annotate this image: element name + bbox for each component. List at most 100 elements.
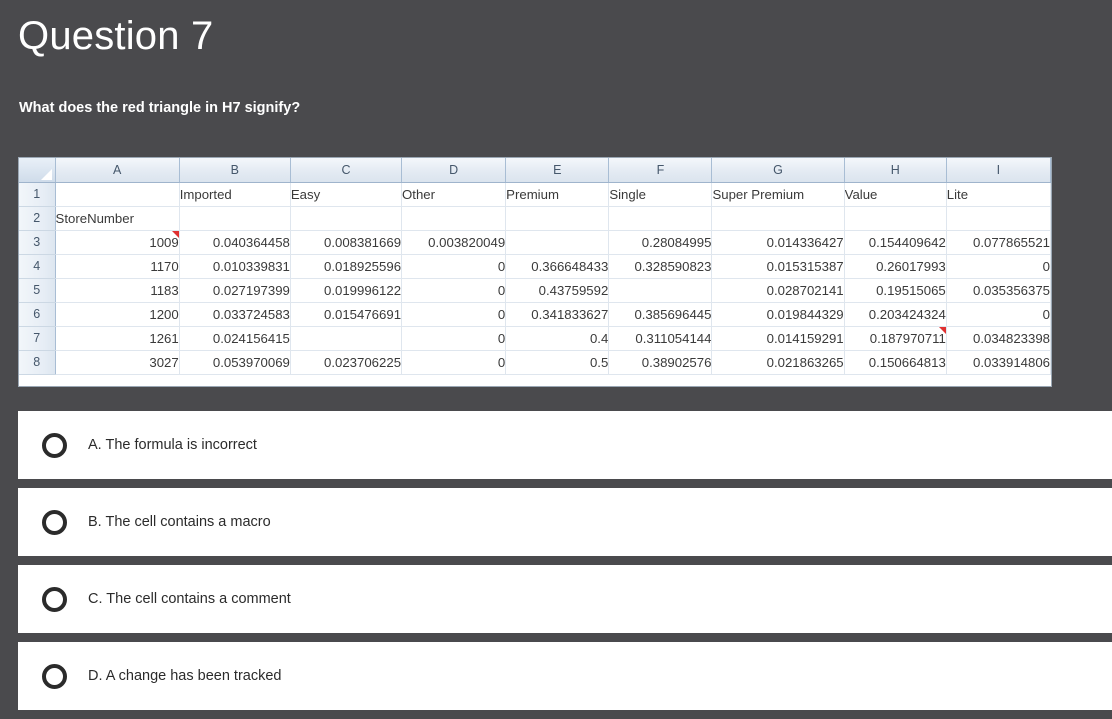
cell-c6[interactable]: 0.015476691 bbox=[290, 302, 403, 327]
row-header-1[interactable]: 1 bbox=[19, 182, 56, 207]
cell-h4[interactable]: 0.26017993 bbox=[844, 254, 947, 279]
cell-g3[interactable]: 0.014336427 bbox=[711, 230, 845, 255]
cell-g4[interactable]: 0.015315387 bbox=[711, 254, 845, 279]
cell-i2[interactable] bbox=[946, 206, 1051, 231]
cell-a6[interactable]: 1200 bbox=[55, 302, 180, 327]
cell-c5[interactable]: 0.019996122 bbox=[290, 278, 403, 303]
row-header-7[interactable]: 7 bbox=[19, 326, 56, 351]
cell-g1[interactable]: Super Premium bbox=[711, 182, 845, 207]
cell-a1[interactable] bbox=[55, 182, 180, 207]
radio-button-d[interactable] bbox=[42, 663, 67, 689]
row-header-6[interactable]: 6 bbox=[19, 302, 56, 327]
cell-f1[interactable]: Single bbox=[608, 182, 713, 207]
row-header-3[interactable]: 3 bbox=[19, 230, 56, 255]
row-header-2[interactable]: 2 bbox=[19, 206, 56, 231]
cell-g2[interactable] bbox=[711, 206, 845, 231]
cell-b8[interactable]: 0.053970069 bbox=[179, 350, 291, 375]
cell-c1[interactable]: Easy bbox=[290, 182, 403, 207]
cell-a4[interactable]: 1170 bbox=[55, 254, 180, 279]
cell-c4[interactable]: 0.018925596 bbox=[290, 254, 403, 279]
cell-f8[interactable]: 0.38902576 bbox=[608, 350, 713, 375]
cell-h1[interactable]: Value bbox=[844, 182, 947, 207]
answer-option-c[interactable]: C. The cell contains a comment bbox=[18, 565, 1112, 633]
cell-b7[interactable]: 0.024156415 bbox=[179, 326, 291, 351]
cell-e3[interactable] bbox=[505, 230, 610, 255]
cell-e6[interactable]: 0.341833627 bbox=[505, 302, 610, 327]
cell-e5[interactable]: 0.43759592 bbox=[505, 278, 610, 303]
cell-e7[interactable]: 0.4 bbox=[505, 326, 610, 351]
select-all-corner[interactable] bbox=[19, 158, 56, 183]
radio-button-a[interactable] bbox=[42, 432, 67, 458]
row-header-5[interactable]: 5 bbox=[19, 278, 56, 303]
column-header-e[interactable]: E bbox=[505, 158, 610, 183]
column-header-d[interactable]: D bbox=[401, 158, 507, 183]
cell-d7[interactable]: 0 bbox=[401, 326, 507, 351]
cell-f4[interactable]: 0.328590823 bbox=[608, 254, 713, 279]
cell-g5[interactable]: 0.028702141 bbox=[711, 278, 845, 303]
cell-i6[interactable]: 0 bbox=[946, 302, 1051, 327]
cell-a3[interactable]: 1009 bbox=[55, 230, 180, 255]
cell-h8[interactable]: 0.150664813 bbox=[844, 350, 947, 375]
cell-f3[interactable]: 0.28084995 bbox=[608, 230, 713, 255]
cell-h6[interactable]: 0.203424324 bbox=[844, 302, 947, 327]
radio-button-c[interactable] bbox=[42, 586, 67, 612]
cell-d2[interactable] bbox=[401, 206, 507, 231]
cell-i5[interactable]: 0.035356375 bbox=[946, 278, 1051, 303]
column-header-h[interactable]: H bbox=[844, 158, 947, 183]
cell-c3[interactable]: 0.008381669 bbox=[290, 230, 403, 255]
cell-b5[interactable]: 0.027197399 bbox=[179, 278, 291, 303]
cell-h5[interactable]: 0.19515065 bbox=[844, 278, 947, 303]
answer-option-b[interactable]: B. The cell contains a macro bbox=[18, 488, 1112, 556]
cell-b1[interactable]: Imported bbox=[179, 182, 291, 207]
cell-c8[interactable]: 0.023706225 bbox=[290, 350, 403, 375]
cell-e8[interactable]: 0.5 bbox=[505, 350, 610, 375]
cell-a7[interactable]: 1261 bbox=[55, 326, 180, 351]
spreadsheet-row: 3 1009 0.040364458 0.008381669 0.003820049 0.… bbox=[19, 230, 1051, 255]
cell-i8[interactable]: 0.033914806 bbox=[946, 350, 1051, 375]
cell-i3[interactable]: 0.077865521 bbox=[946, 230, 1051, 255]
column-header-f[interactable]: F bbox=[608, 158, 713, 183]
cell-a8[interactable]: 3027 bbox=[55, 350, 180, 375]
cell-e4[interactable]: 0.366648433 bbox=[505, 254, 610, 279]
cell-b6[interactable]: 0.033724583 bbox=[179, 302, 291, 327]
cell-b4[interactable]: 0.010339831 bbox=[179, 254, 291, 279]
cell-g8[interactable]: 0.021863265 bbox=[711, 350, 845, 375]
cell-g6[interactable]: 0.019844329 bbox=[711, 302, 845, 327]
row-header-8[interactable]: 8 bbox=[19, 350, 56, 375]
column-header-g[interactable]: G bbox=[711, 158, 845, 183]
cell-i1[interactable]: Lite bbox=[946, 182, 1051, 207]
cell-i7[interactable]: 0.034823398 bbox=[946, 326, 1051, 351]
cell-i4[interactable]: 0 bbox=[946, 254, 1051, 279]
cell-h2[interactable] bbox=[844, 206, 947, 231]
cell-a5[interactable]: 1183 bbox=[55, 278, 180, 303]
row-header-4[interactable]: 4 bbox=[19, 254, 56, 279]
cell-d6[interactable]: 0 bbox=[401, 302, 507, 327]
cell-h3[interactable]: 0.154409642 bbox=[844, 230, 947, 255]
cell-b2[interactable] bbox=[179, 206, 291, 231]
answer-option-a[interactable]: A. The formula is incorrect bbox=[18, 411, 1112, 479]
cell-h7[interactable]: 0.187970711 bbox=[844, 326, 947, 351]
cell-d1[interactable]: Other bbox=[401, 182, 507, 207]
cell-f6[interactable]: 0.385696445 bbox=[608, 302, 713, 327]
cell-d4[interactable]: 0 bbox=[401, 254, 507, 279]
answer-option-d[interactable]: D. A change has been tracked bbox=[18, 642, 1112, 710]
cell-f2[interactable] bbox=[608, 206, 713, 231]
radio-button-b[interactable] bbox=[42, 509, 67, 535]
column-header-a[interactable]: A bbox=[55, 158, 180, 183]
column-header-b[interactable]: B bbox=[179, 158, 291, 183]
answer-option-label: A. The formula is incorrect bbox=[88, 437, 257, 453]
cell-d5[interactable]: 0 bbox=[401, 278, 507, 303]
cell-c7[interactable] bbox=[290, 326, 403, 351]
cell-d8[interactable]: 0 bbox=[401, 350, 507, 375]
column-header-i[interactable]: I bbox=[946, 158, 1051, 183]
cell-e2[interactable] bbox=[505, 206, 610, 231]
cell-f5[interactable] bbox=[608, 278, 713, 303]
cell-a2[interactable]: StoreNumber bbox=[55, 206, 180, 231]
cell-g7[interactable]: 0.014159291 bbox=[711, 326, 845, 351]
column-header-c[interactable]: C bbox=[290, 158, 403, 183]
cell-b3[interactable]: 0.040364458 bbox=[179, 230, 291, 255]
cell-f7[interactable]: 0.311054144 bbox=[608, 326, 713, 351]
cell-d3[interactable]: 0.003820049 bbox=[401, 230, 507, 255]
cell-e1[interactable]: Premium bbox=[505, 182, 610, 207]
cell-c2[interactable] bbox=[290, 206, 403, 231]
